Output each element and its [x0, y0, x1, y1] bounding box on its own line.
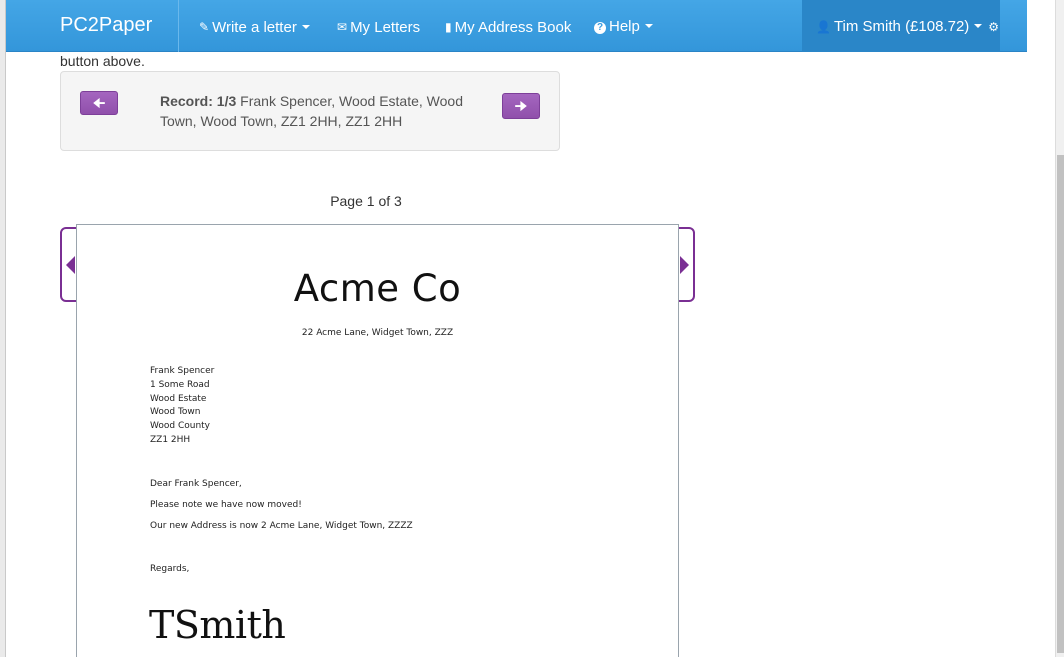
recipient-address: Frank Spencer 1 Some Road Wood Estate Wo… — [150, 365, 214, 448]
nav-address-book[interactable]: ▮ My Address Book — [445, 17, 571, 37]
user-icon: 👤 — [816, 20, 831, 34]
prev-page-arrow-icon[interactable] — [66, 256, 75, 274]
record-info: Record: 1/3 Frank Spencer, Wood Estate, … — [160, 91, 480, 131]
vertical-scrollbar[interactable] — [1055, 0, 1064, 657]
nav-help-label: Help — [609, 18, 640, 35]
letter-preview: Acme Co 22 Acme Lane, Widget Town, ZZZ F… — [76, 224, 679, 657]
nav-write-letter[interactable]: ✎ Write a letter — [199, 17, 310, 37]
company-address: 22 Acme Lane, Widget Town, ZZZ — [301, 328, 454, 338]
next-record-button[interactable]: 🠊 — [502, 93, 540, 119]
caret-down-icon — [974, 24, 983, 28]
record-panel: 🠈 Record: 1/3 Frank Spencer, Wood Estate… — [60, 71, 560, 151]
scrollbar-thumb[interactable] — [1057, 155, 1064, 653]
arrow-right-icon: 🠊 — [514, 98, 528, 114]
letter-body-line: Our new Address is now 2 Acme Lane, Widg… — [150, 521, 413, 531]
user-menu-box: 👤 Tim Smith (£108.72) ⚙ — [802, 0, 1000, 52]
recipient-line: 1 Some Road — [150, 379, 210, 390]
caret-down-icon — [644, 24, 653, 28]
pencil-icon: ✎ — [199, 20, 210, 34]
brand-logo[interactable]: PC2Paper — [60, 13, 152, 37]
nav-address-book-label: My Address Book — [454, 19, 572, 36]
record-label: Record: — [160, 93, 213, 109]
recipient-line: Wood County — [150, 421, 211, 432]
user-name-balance: Tim Smith (£108.72) — [833, 18, 970, 35]
nav-help[interactable]: ? Help — [594, 17, 653, 37]
intro-text: button above. — [60, 53, 145, 69]
gear-icon[interactable]: ⚙ — [988, 20, 999, 34]
letter-greeting: Dear Frank Spencer, — [150, 479, 242, 489]
user-menu[interactable]: 👤 Tim Smith (£108.72) ⚙ — [816, 17, 999, 37]
window-edge — [0, 0, 6, 657]
envelope-icon: ✉ — [337, 20, 348, 34]
company-name: Acme Co — [293, 267, 462, 310]
nav-my-letters[interactable]: ✉ My Letters — [337, 17, 420, 37]
prev-record-button[interactable]: 🠈 — [80, 91, 118, 115]
caret-down-icon — [301, 25, 310, 29]
question-icon: ? — [594, 22, 606, 34]
arrow-left-icon: 🠈 — [92, 95, 106, 111]
next-page-arrow-icon[interactable] — [680, 256, 689, 274]
record-position: 1/3 — [216, 93, 237, 109]
nav-write-letter-label: Write a letter — [212, 19, 297, 36]
letter-closing: Regards, — [150, 564, 190, 574]
letter-body-line: Please note we have now moved! — [150, 500, 302, 510]
signature: TSmith — [149, 603, 286, 647]
recipient-line: Wood Estate — [150, 393, 207, 404]
page-indicator: Page 1 of 3 — [330, 193, 402, 209]
app-window: PC2Paper ✎ Write a letter ✉ My Letters ▮ My… — [0, 0, 1064, 657]
book-icon: ▮ — [445, 20, 452, 34]
brand-divider — [178, 0, 179, 52]
recipient-line: Frank Spencer — [150, 366, 215, 376]
nav-my-letters-label: My Letters — [350, 19, 421, 36]
recipient-line: Wood Town — [150, 407, 201, 418]
recipient-line: ZZ1 2HH — [150, 434, 191, 445]
top-navbar: PC2Paper ✎ Write a letter ✉ My Letters ▮ My… — [6, 0, 1027, 52]
